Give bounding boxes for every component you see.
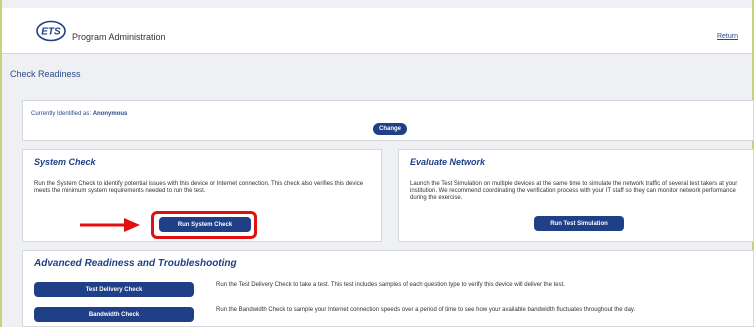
return-link[interactable]: Return <box>717 33 738 40</box>
app-title: Program Administration <box>72 32 166 42</box>
identity-text: Currently Identified as: Anonymous <box>31 111 127 117</box>
identity-panel: Currently Identified as: Anonymous Chang… <box>22 100 754 141</box>
advanced-panel: Advanced Readiness and Troubleshooting T… <box>22 250 754 327</box>
system-check-panel: System Check Run the System Check to ide… <box>22 149 382 242</box>
bandwidth-check-description: Run the Bandwidth Check to sample your I… <box>216 307 636 313</box>
system-check-heading: System Check <box>34 157 96 167</box>
test-delivery-check-button[interactable]: Test Delivery Check <box>34 282 194 297</box>
identity-label: Currently Identified as: <box>31 111 92 117</box>
evaluate-network-description: Launch the Test Simulation on multiple d… <box>410 181 738 201</box>
evaluate-network-heading: Evaluate Network <box>410 157 486 167</box>
logo-text: ETS <box>41 27 61 38</box>
page-title: Check Readiness <box>10 69 81 79</box>
run-test-simulation-button[interactable]: Run Test Simulation <box>534 216 624 231</box>
change-button[interactable]: Change <box>373 123 407 135</box>
red-arrow-icon <box>80 218 140 232</box>
evaluate-network-panel: Evaluate Network Launch the Test Simulat… <box>398 149 754 242</box>
bandwidth-check-button[interactable]: Bandwidth Check <box>34 307 194 322</box>
test-delivery-check-description: Run the Test Delivery Check to take a te… <box>216 282 565 288</box>
header-bar: ETS Program Administration Return <box>2 8 752 54</box>
identity-value: Anonymous <box>92 111 128 117</box>
advanced-heading: Advanced Readiness and Troubleshooting <box>34 258 237 269</box>
system-check-description: Run the System Check to identify potenti… <box>34 181 364 194</box>
ets-logo: ETS <box>36 20 66 42</box>
run-system-check-button[interactable]: Run System Check <box>159 217 251 232</box>
